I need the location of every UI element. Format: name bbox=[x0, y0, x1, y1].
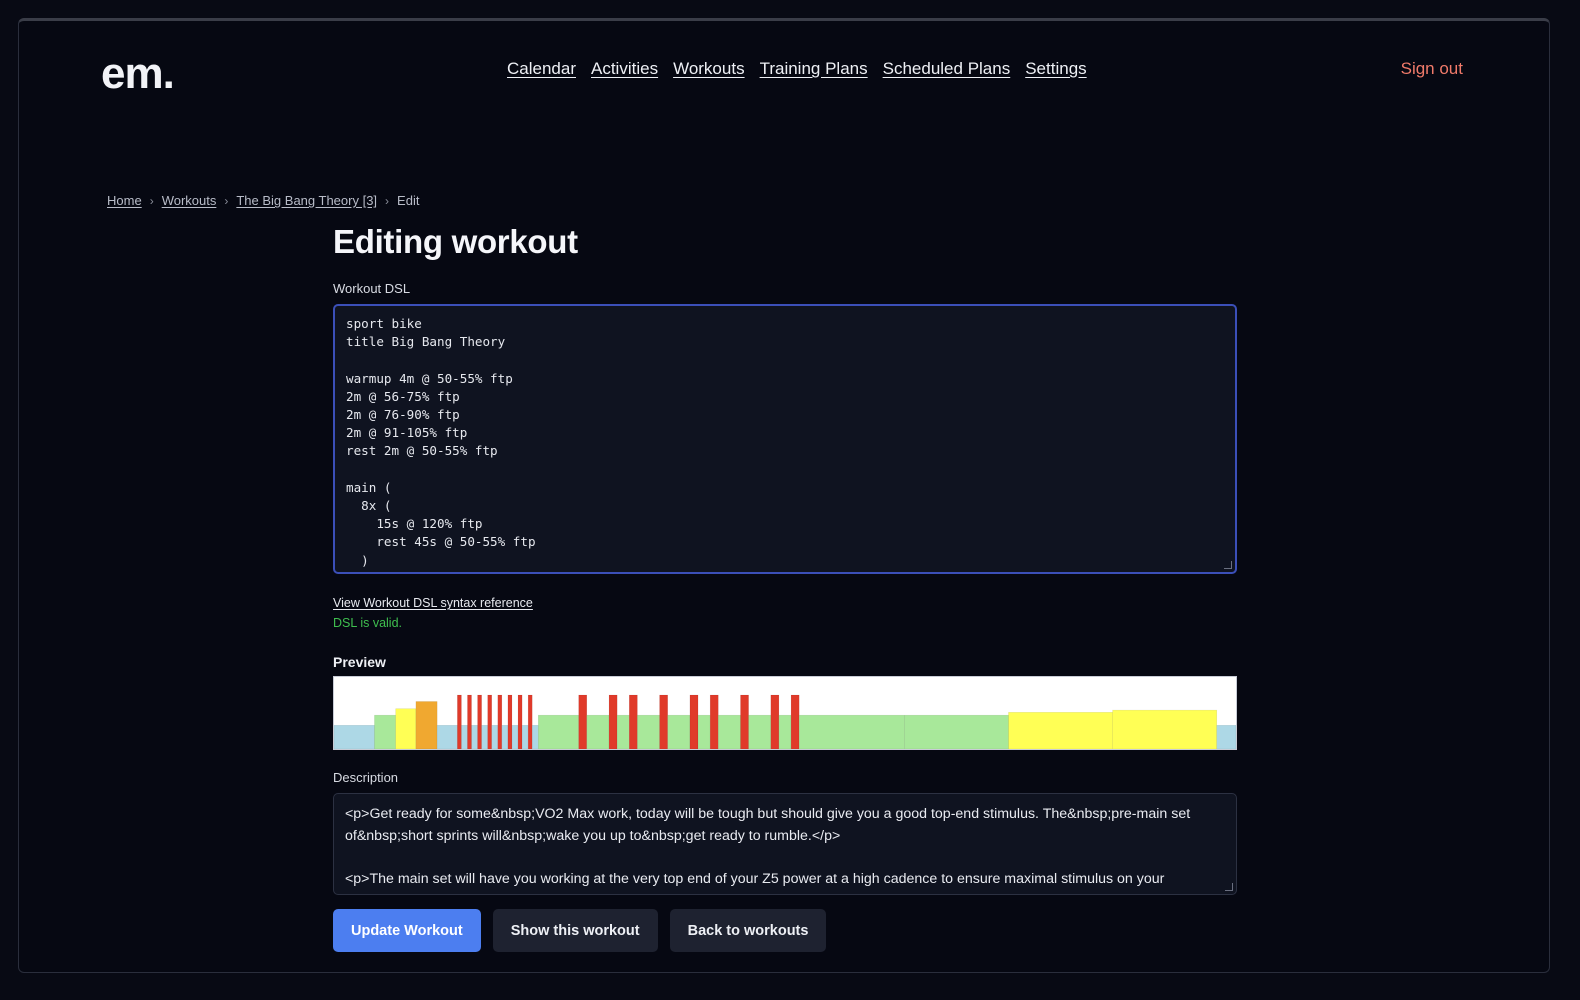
nav-scheduled-plans[interactable]: Scheduled Plans bbox=[883, 59, 1011, 79]
preview-segment-13 bbox=[497, 694, 503, 749]
preview-segment-9 bbox=[477, 694, 482, 749]
preview-segment-14 bbox=[501, 724, 509, 749]
preview-segment-2 bbox=[395, 708, 417, 749]
edit-form: Editing workout Workout DSL sport bike t… bbox=[333, 221, 1237, 895]
syntax-reference-link[interactable]: View Workout DSL syntax reference bbox=[333, 596, 533, 610]
resize-handle-icon[interactable] bbox=[1224, 561, 1232, 569]
dsl-label: Workout DSL bbox=[333, 281, 411, 296]
preview-segment-42 bbox=[1112, 709, 1218, 749]
dsl-text: sport bike title Big Bang Theory warmup … bbox=[346, 316, 536, 568]
preview-segment-10 bbox=[481, 724, 488, 749]
preview-segment-40 bbox=[904, 714, 1009, 749]
validation-status: DSL is valid. bbox=[333, 616, 403, 630]
preview-segment-7 bbox=[467, 694, 472, 749]
preview-segment-18 bbox=[521, 724, 529, 749]
preview-segment-1 bbox=[374, 714, 396, 749]
page-title: Editing workout bbox=[333, 223, 578, 260]
preview-segment-36 bbox=[770, 694, 780, 749]
preview-segment-15 bbox=[507, 694, 513, 749]
workout-preview-chart bbox=[333, 676, 1237, 750]
chevron-right-icon: › bbox=[224, 193, 229, 208]
preview-segment-11 bbox=[487, 694, 492, 749]
sign-out-link[interactable]: Sign out bbox=[1401, 59, 1463, 79]
back-to-workouts-button[interactable]: Back to workouts bbox=[669, 909, 827, 952]
preview-segment-25 bbox=[616, 714, 630, 749]
breadcrumb: Home › Workouts › The Big Bang Theory [3… bbox=[107, 193, 419, 208]
preview-segment-34 bbox=[740, 694, 749, 749]
preview-segment-0 bbox=[334, 724, 375, 749]
description-line-1: <p>Get ready for some&nbsp;VO2 Max work,… bbox=[345, 806, 1191, 844]
breadcrumb-home[interactable]: Home bbox=[107, 193, 142, 208]
preview-segment-35 bbox=[748, 714, 772, 749]
preview-segment-16 bbox=[511, 724, 519, 749]
preview-segment-23 bbox=[586, 714, 610, 749]
show-workout-button[interactable]: Show this workout bbox=[492, 909, 658, 952]
preview-svg bbox=[334, 694, 1236, 749]
preview-segment-8 bbox=[471, 724, 478, 749]
chevron-right-icon: › bbox=[149, 193, 154, 208]
breadcrumb-workouts[interactable]: Workouts bbox=[162, 193, 217, 208]
preview-segment-21 bbox=[538, 714, 579, 749]
app-window: em. Calendar Activities Workouts Trainin… bbox=[18, 18, 1550, 973]
preview-segment-17 bbox=[517, 694, 523, 749]
nav-calendar[interactable]: Calendar bbox=[507, 59, 576, 79]
preview-segment-5 bbox=[457, 694, 462, 749]
nav-settings[interactable]: Settings bbox=[1025, 59, 1086, 79]
preview-segment-22 bbox=[578, 694, 588, 749]
preview-segment-31 bbox=[697, 714, 711, 749]
preview-segment-38 bbox=[790, 694, 800, 749]
preview-segment-41 bbox=[1008, 712, 1113, 749]
preview-segment-43 bbox=[1216, 724, 1236, 749]
preview-segment-4 bbox=[436, 724, 458, 749]
preview-segment-37 bbox=[778, 714, 792, 749]
preview-segment-27 bbox=[637, 714, 660, 749]
preview-segment-3 bbox=[415, 701, 438, 749]
preview-segment-6 bbox=[461, 724, 468, 749]
preview-segment-28 bbox=[659, 694, 668, 749]
form-actions: Update Workout Show this workout Back to… bbox=[333, 909, 827, 952]
preview-segment-19 bbox=[527, 694, 533, 749]
app-logo[interactable]: em. bbox=[101, 49, 175, 99]
preview-segment-32 bbox=[709, 694, 719, 749]
nav-workouts[interactable]: Workouts bbox=[673, 59, 745, 79]
chevron-right-icon: › bbox=[385, 193, 390, 208]
breadcrumb-current: Edit bbox=[397, 193, 420, 208]
preview-segment-39 bbox=[798, 714, 905, 749]
preview-segment-33 bbox=[718, 714, 741, 749]
preview-segment-20 bbox=[531, 724, 539, 749]
description-label: Description bbox=[333, 770, 399, 785]
main-nav: Calendar Activities Workouts Training Pl… bbox=[507, 59, 1087, 79]
dsl-textarea[interactable]: sport bike title Big Bang Theory warmup … bbox=[333, 304, 1237, 574]
nav-training-plans[interactable]: Training Plans bbox=[760, 59, 868, 79]
description-line-2: <p>The main set will have you working at… bbox=[345, 871, 1165, 894]
preview-segment-12 bbox=[491, 724, 499, 749]
preview-segment-26 bbox=[629, 694, 638, 749]
nav-activities[interactable]: Activities bbox=[591, 59, 658, 79]
preview-segment-24 bbox=[608, 694, 618, 749]
breadcrumb-workout[interactable]: The Big Bang Theory [3] bbox=[236, 193, 377, 208]
update-workout-button[interactable]: Update Workout bbox=[333, 909, 481, 952]
preview-segment-30 bbox=[689, 694, 699, 749]
preview-segment-29 bbox=[667, 714, 691, 749]
resize-handle-icon[interactable] bbox=[1225, 883, 1233, 891]
description-textarea[interactable]: <p>Get ready for some&nbsp;VO2 Max work,… bbox=[333, 793, 1237, 895]
preview-label: Preview bbox=[333, 654, 386, 670]
